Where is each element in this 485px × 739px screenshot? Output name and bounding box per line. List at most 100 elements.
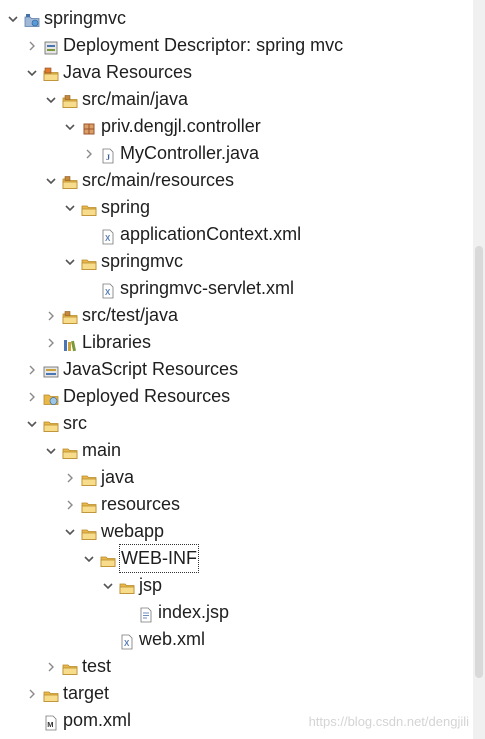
tree-item-label: src	[63, 413, 87, 433]
chevron-right-icon[interactable]	[63, 491, 77, 518]
java-file-icon: J	[100, 145, 116, 164]
chevron-down-icon[interactable]	[63, 248, 77, 275]
tree-item-label: Deployment Descriptor: spring mvc	[63, 35, 344, 55]
folder-icon	[100, 550, 116, 567]
chevron-right-icon[interactable]	[44, 329, 58, 356]
tree-item-label: target	[63, 683, 110, 703]
folder-icon	[119, 577, 135, 594]
chevron-down-icon[interactable]	[101, 572, 115, 599]
tree-item[interactable]: test	[0, 653, 470, 680]
tree-item-label: springmvc	[44, 8, 127, 28]
tree-item[interactable]: priv.dengjl.controller	[0, 113, 470, 140]
chevron-right-icon[interactable]	[44, 653, 58, 680]
tree-item-label: Java Resources	[63, 62, 193, 82]
tree-item[interactable]: Deployment Descriptor: spring mvc	[0, 32, 470, 59]
chevron-down-icon[interactable]	[63, 518, 77, 545]
chevron-down-icon[interactable]	[44, 167, 58, 194]
source-folder-icon	[62, 91, 78, 108]
folder-icon	[43, 685, 59, 702]
folder-icon	[62, 658, 78, 675]
chevron-right-icon[interactable]	[63, 464, 77, 491]
tree-item-label: WEB-INF	[119, 544, 199, 573]
svg-text:X: X	[124, 639, 130, 648]
tree-item-label: main	[82, 440, 122, 460]
folder-icon	[81, 469, 97, 486]
chevron-down-icon[interactable]	[44, 437, 58, 464]
chevron-right-icon[interactable]	[25, 383, 39, 410]
chevron-down-icon[interactable]	[63, 113, 77, 140]
web-project-icon	[24, 10, 40, 27]
tree-item[interactable]: spring	[0, 194, 470, 221]
java-resources-icon	[43, 64, 59, 81]
tree-item[interactable]: J MyController.java	[0, 140, 470, 167]
deployment-descriptor-icon	[43, 37, 59, 55]
chevron-down-icon[interactable]	[44, 86, 58, 113]
chevron-right-icon[interactable]	[82, 140, 96, 167]
folder-icon	[81, 253, 97, 270]
tree-item-label: index.jsp	[158, 602, 230, 622]
jsp-file-icon	[138, 604, 154, 623]
tree-item[interactable]: jsp	[0, 572, 470, 599]
svg-text:X: X	[105, 288, 111, 297]
tree-item-label: java	[101, 467, 135, 487]
chevron-right-icon[interactable]	[25, 680, 39, 707]
tree-item[interactable]: src/test/java	[0, 302, 470, 329]
chevron-down-icon[interactable]	[63, 194, 77, 221]
tree-item-label: resources	[101, 494, 181, 514]
project-explorer-tree: springmvc Deployment Descriptor: spring m…	[0, 0, 473, 739]
tree-item[interactable]: webapp	[0, 518, 470, 545]
tree-item[interactable]: Java Resources	[0, 59, 470, 86]
chevron-down-icon[interactable]	[25, 410, 39, 437]
watermark: https://blog.csdn.net/dengjili	[308, 714, 469, 729]
tree-item[interactable]: resources	[0, 491, 470, 518]
tree-item[interactable]: java	[0, 464, 470, 491]
vertical-scrollbar[interactable]	[473, 0, 485, 739]
folder-icon	[81, 523, 97, 540]
xml-file-icon: X	[100, 226, 116, 245]
tree-item[interactable]: main	[0, 437, 470, 464]
chevron-right-icon[interactable]	[25, 32, 39, 59]
chevron-down-icon[interactable]	[82, 545, 96, 572]
tree-item[interactable]: Libraries	[0, 329, 470, 356]
tree-item[interactable]: Xweb.xml	[0, 626, 470, 653]
tree-item-label: Libraries	[82, 332, 152, 352]
tree-item[interactable]: src/main/resources	[0, 167, 470, 194]
tree-item[interactable]: springmvc	[0, 5, 470, 32]
tree-item-label: src/main/resources	[82, 170, 235, 190]
folder-icon	[62, 442, 78, 459]
maven-pom-icon: M	[43, 712, 59, 731]
tree-item[interactable]: target	[0, 680, 470, 707]
chevron-right-icon[interactable]	[44, 302, 58, 329]
tree-item-label: spring	[101, 197, 151, 217]
tree-item-label: pom.xml	[63, 710, 132, 730]
tree-item-label: webapp	[101, 521, 165, 541]
tree-item[interactable]: springmvc	[0, 248, 470, 275]
tree-item[interactable]: index.jsp	[0, 599, 470, 626]
tree-item-label: Deployed Resources	[63, 386, 231, 406]
svg-text:X: X	[105, 234, 111, 243]
tree-item[interactable]: WEB-INF	[0, 544, 470, 573]
tree-item-label: springmvc	[101, 251, 184, 271]
tree-item[interactable]: src/main/java	[0, 86, 470, 113]
chevron-down-icon[interactable]	[6, 5, 20, 32]
source-folder-icon	[62, 172, 78, 189]
tree-item-label: MyController.java	[120, 143, 260, 163]
deployed-resources-icon	[43, 388, 59, 405]
scrollbar-thumb[interactable]	[475, 246, 483, 678]
tree-item[interactable]: XapplicationContext.xml	[0, 221, 470, 248]
svg-text:J: J	[106, 153, 110, 162]
tree-item[interactable]: JavaScript Resources	[0, 356, 470, 383]
tree-item-label: springmvc-servlet.xml	[120, 278, 295, 298]
tree-item-label: src/test/java	[82, 305, 179, 325]
folder-icon	[81, 199, 97, 216]
chevron-down-icon[interactable]	[25, 59, 39, 86]
tree-item-label: priv.dengjl.controller	[101, 116, 261, 136]
chevron-right-icon[interactable]	[25, 356, 39, 383]
tree-item[interactable]: src	[0, 410, 470, 437]
tree-item[interactable]: Xspringmvc-servlet.xml	[0, 275, 470, 302]
tree-item[interactable]: Deployed Resources	[0, 383, 470, 410]
tree-item-label: JavaScript Resources	[63, 359, 239, 379]
source-folder-icon	[62, 307, 78, 324]
javascript-resources-icon	[43, 361, 59, 378]
tree-item-label: jsp	[139, 575, 163, 595]
